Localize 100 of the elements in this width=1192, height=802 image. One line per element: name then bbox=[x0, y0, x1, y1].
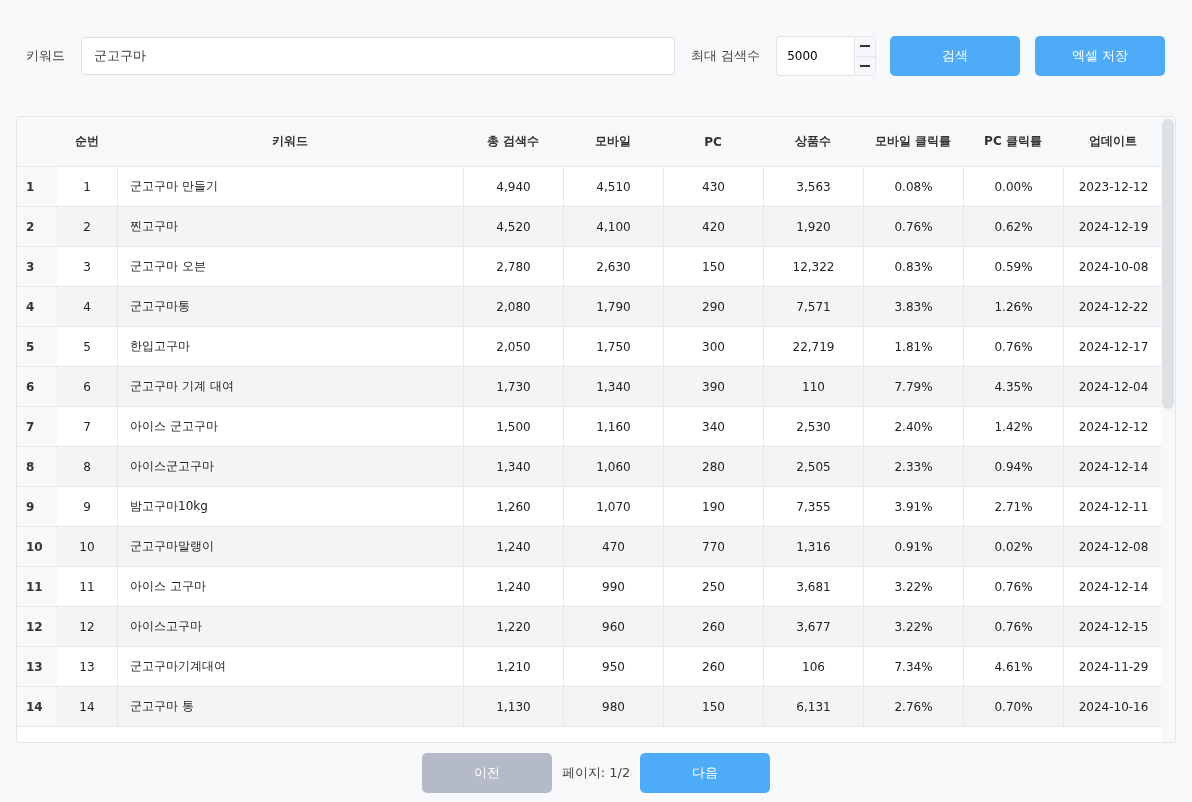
table-cell: 7.34% bbox=[863, 647, 963, 686]
table-cell: 아이스 군고구마 bbox=[117, 407, 463, 446]
row-number: 2 bbox=[17, 207, 57, 246]
table-cell-text: 13 bbox=[78, 658, 96, 676]
row-number: 5 bbox=[17, 327, 57, 366]
table-cell: 150 bbox=[663, 247, 763, 286]
row-number: 13 bbox=[17, 647, 57, 686]
table-cell: 12,322 bbox=[763, 247, 863, 286]
table-cell: 1,240 bbox=[463, 527, 563, 566]
table-cell-text: 4 bbox=[82, 298, 92, 316]
table-cell: 0.62% bbox=[963, 207, 1063, 246]
row-number: 12 bbox=[17, 607, 57, 646]
table-cell: 군고구마기계대여 bbox=[117, 647, 463, 686]
table-cell: 0.02% bbox=[963, 527, 1063, 566]
row-number: 3 bbox=[17, 247, 57, 286]
table-cell: 아이스고구마 bbox=[117, 607, 463, 646]
table-cell: 군고구마통 bbox=[117, 287, 463, 326]
table-cell: 950 bbox=[563, 647, 663, 686]
table-cell-text: 1 bbox=[82, 178, 92, 196]
table-cell: 0.70% bbox=[963, 687, 1063, 726]
table-cell: 1,790 bbox=[563, 287, 663, 326]
table-cell: 340 bbox=[663, 407, 763, 446]
table-cell: 770 bbox=[663, 527, 763, 566]
row-number: 7 bbox=[17, 407, 57, 446]
row-number: 14 bbox=[17, 687, 57, 726]
keyword-label: 키워드 bbox=[26, 47, 65, 65]
table-cell: 3.91% bbox=[863, 487, 963, 526]
table-cell: 군고구마 통 bbox=[117, 687, 463, 726]
table-cell: 150 bbox=[663, 687, 763, 726]
table-cell-text: 10 bbox=[78, 538, 96, 556]
table-cell: 1,500 bbox=[463, 407, 563, 446]
keyword-input[interactable]: 군고구마 bbox=[81, 37, 675, 75]
table-cell-text: 7 bbox=[82, 418, 92, 436]
table-cell-text: 8 bbox=[82, 458, 92, 476]
table-cell: 1.26% bbox=[963, 287, 1063, 326]
table-cell: 1.81% bbox=[863, 327, 963, 366]
table-cell: 2.76% bbox=[863, 687, 963, 726]
table-cell: 430 bbox=[663, 167, 763, 206]
scrollbar[interactable] bbox=[1161, 117, 1175, 742]
table-cell: 110 bbox=[763, 367, 863, 406]
table-cell: 1,220 bbox=[463, 607, 563, 646]
table-cell: 3.22% bbox=[863, 607, 963, 646]
table-cell: 0.76% bbox=[963, 607, 1063, 646]
table-cell: 찐고구마 bbox=[117, 207, 463, 246]
table-cell: 990 bbox=[563, 567, 663, 606]
table-cell: 0.59% bbox=[963, 247, 1063, 286]
decrement-button[interactable] bbox=[855, 55, 876, 75]
table-cell: 290 bbox=[663, 287, 763, 326]
table-cell: 1,210 bbox=[463, 647, 563, 686]
table-cell: 4,100 bbox=[563, 207, 663, 246]
table-cell: 밤고구마10kg bbox=[117, 487, 463, 526]
table-cell: 260 bbox=[663, 607, 763, 646]
table-cell: 3.22% bbox=[863, 567, 963, 606]
table-cell: 3,681 bbox=[763, 567, 863, 606]
row-number: 1 bbox=[17, 167, 57, 206]
table-cell-text: 14 bbox=[78, 698, 96, 716]
table-cell: 0.76% bbox=[863, 207, 963, 246]
table-cell: 2,505 bbox=[763, 447, 863, 486]
table-cell-text: 5 bbox=[82, 338, 92, 356]
table-cell: 2.71% bbox=[963, 487, 1063, 526]
table-cell: 980 bbox=[563, 687, 663, 726]
table-cell: 6,131 bbox=[763, 687, 863, 726]
table-cell: 960 bbox=[563, 607, 663, 646]
table-cell: 260 bbox=[663, 647, 763, 686]
table-cell: 1,730 bbox=[463, 367, 563, 406]
table-cell: 3,563 bbox=[763, 167, 863, 206]
table-cell: 4,940 bbox=[463, 167, 563, 206]
table-cell: 300 bbox=[663, 327, 763, 366]
row-number: 8 bbox=[17, 447, 57, 486]
table-cell-text: 2 bbox=[82, 218, 92, 236]
row-number: 9 bbox=[17, 487, 57, 526]
table-cell: 0.94% bbox=[963, 447, 1063, 486]
table-cell: 0.76% bbox=[963, 567, 1063, 606]
table-cell-text: 9 bbox=[82, 498, 92, 516]
table-cell: 420 bbox=[663, 207, 763, 246]
table-cell: 2,780 bbox=[463, 247, 563, 286]
table-cell: 1,130 bbox=[463, 687, 563, 726]
table-cell: 군고구마 만들기 bbox=[117, 167, 463, 206]
table-cell: 3.83% bbox=[863, 287, 963, 326]
table-cell: 1,340 bbox=[563, 367, 663, 406]
row-number: 11 bbox=[17, 567, 57, 606]
max-count-input[interactable]: 5000 bbox=[776, 36, 855, 76]
table-cell: 4,510 bbox=[563, 167, 663, 206]
table-cell: 4.35% bbox=[963, 367, 1063, 406]
table-cell: 2,050 bbox=[463, 327, 563, 366]
minus-icon bbox=[860, 45, 871, 48]
table-cell: 7,355 bbox=[763, 487, 863, 526]
table-cell: 1,240 bbox=[463, 567, 563, 606]
row-number: 6 bbox=[17, 367, 57, 406]
table-cell: 2,530 bbox=[763, 407, 863, 446]
table-cell: 7,571 bbox=[763, 287, 863, 326]
table-cell: 0.83% bbox=[863, 247, 963, 286]
table-cell: 1,060 bbox=[563, 447, 663, 486]
table-cell: 1,316 bbox=[763, 527, 863, 566]
page-indicator: 페이지: 1/2 bbox=[561, 764, 631, 782]
table-cell: 250 bbox=[663, 567, 763, 606]
table-cell: 280 bbox=[663, 447, 763, 486]
table-cell: 한입고구마 bbox=[117, 327, 463, 366]
table-cell: 군고구마말랭이 bbox=[117, 527, 463, 566]
table-cell: 2.40% bbox=[863, 407, 963, 446]
